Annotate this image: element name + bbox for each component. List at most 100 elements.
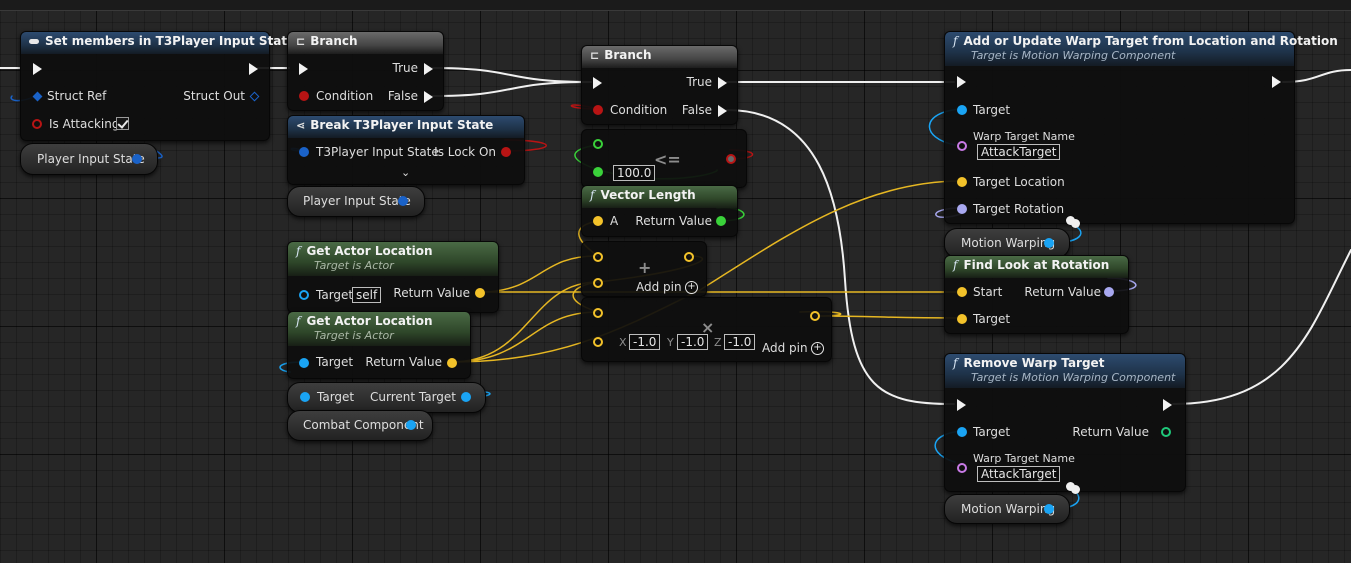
b-vector-pin[interactable] <box>593 278 603 288</box>
add-warp-target-node[interactable]: f Add or Update Warp Target from Location… <box>944 31 1338 224</box>
true-exec-pin[interactable] <box>718 77 727 89</box>
a-vector-pin[interactable] <box>593 252 603 262</box>
struct-out-pin[interactable] <box>249 91 260 102</box>
remove-warp-target-node[interactable]: f Remove Warp Target Target is Motion Warp… <box>944 353 1186 492</box>
motion-warping-variable[interactable]: Motion Warping <box>944 228 1070 258</box>
is-attacking-pin[interactable] <box>32 119 42 129</box>
reroute-knot[interactable] <box>1071 485 1080 494</box>
player-input-state-pin[interactable] <box>132 154 142 164</box>
combat-component-variable[interactable]: Combat Component <box>287 410 433 441</box>
break-struct-node[interactable]: ⋖ Break T3Player Input State T3Player Inp… <box>287 115 525 185</box>
add-pin-label[interactable]: Add pin <box>762 341 808 355</box>
motion-warping-pin[interactable] <box>1044 504 1054 514</box>
z-value-box[interactable]: -1.0 <box>724 334 756 350</box>
add-warp-target-header: f Add or Update Warp Target from Location… <box>945 32 1338 66</box>
is-lock-on-pin[interactable] <box>501 147 511 157</box>
target-pin[interactable] <box>957 427 967 437</box>
start-pin[interactable] <box>957 287 967 297</box>
branch-node-1[interactable]: ⊏ Branch True Condition False <box>287 31 444 111</box>
return-value-pin[interactable] <box>1104 287 1114 297</box>
exec-in-pin[interactable] <box>957 76 966 88</box>
branch-icon: ⊏ <box>590 49 600 62</box>
result-bool-pin[interactable] <box>726 154 736 164</box>
motion-warping-pin[interactable] <box>1044 238 1054 248</box>
get-actor-location-node-2[interactable]: f Get Actor Location Target is Actor Targe… <box>287 311 471 379</box>
exec-in-pin[interactable] <box>299 63 308 75</box>
branch-header: ⊏ Branch <box>288 32 443 54</box>
warp-target-name-box[interactable]: AttackTarget <box>977 144 1061 160</box>
is-lock-on-label: Is Lock On <box>434 145 496 159</box>
vector-length-node[interactable]: f Vector Length A Return Value <box>581 185 738 237</box>
motion-warping-variable[interactable]: Motion Warping <box>944 494 1070 524</box>
player-input-state-pin[interactable] <box>398 196 408 206</box>
vector-add-node[interactable]: + Add pin + <box>581 241 707 297</box>
branch-node-2[interactable]: ⊏ Branch True Condition False <box>581 45 738 125</box>
less-equal-node[interactable]: 100.0 <= <box>581 129 747 188</box>
result-vector-pin[interactable] <box>810 311 820 321</box>
vector-wire <box>814 315 962 319</box>
target-pin[interactable] <box>957 314 967 324</box>
self-value-box[interactable]: self <box>352 287 382 303</box>
return-value-pin[interactable] <box>475 288 485 298</box>
find-look-at-rotation-node[interactable]: f Find Look at Rotation Start Return Valu… <box>944 255 1129 334</box>
player-input-state-variable[interactable]: Player Input State <box>287 186 425 217</box>
false-label: False <box>681 103 712 117</box>
exec-in-pin[interactable] <box>957 399 966 411</box>
set-members-node[interactable]: Set members in T3Player Input State Stru… <box>20 31 295 141</box>
return-value-label: Return Value <box>1024 285 1101 299</box>
target-location-pin[interactable] <box>957 177 967 187</box>
exec-out-pin[interactable] <box>1272 76 1281 88</box>
false-exec-pin[interactable] <box>718 105 727 117</box>
struct-ref-label: Struct Ref <box>47 89 107 103</box>
b-vector-pin[interactable] <box>593 337 603 347</box>
current-target-getter[interactable]: Target Current Target <box>287 382 486 413</box>
add-pin-icon[interactable]: + <box>811 342 824 355</box>
add-pin-icon[interactable]: + <box>685 281 698 294</box>
return-value-pin[interactable] <box>716 216 726 226</box>
condition-pin[interactable] <box>299 91 309 101</box>
target-pin[interactable] <box>957 105 967 115</box>
branch-header: ⊏ Branch <box>582 46 737 68</box>
target-label: Target <box>973 425 1011 439</box>
exec-in-pin[interactable] <box>593 77 602 89</box>
motion-warping-label: Motion Warping <box>961 236 1056 250</box>
get-actor-location-node-1[interactable]: f Get Actor Location Target is Actor Targe… <box>287 241 499 313</box>
vector-multiply-node[interactable]: × X -1.0 Y -1.0 Z -1.0 Add pin + <box>581 297 832 362</box>
return-value-pin[interactable] <box>447 358 457 368</box>
b-float-pin[interactable] <box>593 167 603 177</box>
add-pin-label[interactable]: Add pin <box>636 280 682 294</box>
struct-input-pin[interactable] <box>299 147 309 157</box>
compare-value-box[interactable]: 100.0 <box>613 165 656 181</box>
reroute-knot[interactable] <box>1071 219 1080 228</box>
expand-chevron-icon[interactable]: ⌄ <box>401 166 410 180</box>
target-pin[interactable] <box>299 358 309 368</box>
exec-out-pin[interactable] <box>249 63 258 75</box>
a-vector-pin[interactable] <box>593 308 603 318</box>
warp-target-name-box[interactable]: AttackTarget <box>977 466 1061 482</box>
return-value-pin[interactable] <box>1161 427 1171 437</box>
false-exec-pin[interactable] <box>424 91 433 103</box>
target-pin[interactable] <box>299 290 309 300</box>
result-vector-pin[interactable] <box>684 252 694 262</box>
target-pin[interactable] <box>300 392 310 402</box>
a-float-pin[interactable] <box>593 139 603 149</box>
exec-wire <box>431 67 592 83</box>
current-target-pin[interactable] <box>461 392 471 402</box>
warp-target-name-pin[interactable] <box>957 141 967 151</box>
target-rotation-pin[interactable] <box>957 204 967 214</box>
current-target-label: Current Target <box>369 390 456 404</box>
y-value-box[interactable]: -1.0 <box>677 334 709 350</box>
is-attacking-checkbox[interactable] <box>116 117 129 130</box>
x-value-box[interactable]: -1.0 <box>629 334 661 350</box>
exec-wire <box>1172 249 1351 405</box>
set-members-header: Set members in T3Player Input State <box>21 32 295 54</box>
exec-in-pin[interactable] <box>33 63 42 75</box>
player-input-state-variable[interactable]: Player Input State <box>20 143 158 175</box>
true-exec-pin[interactable] <box>424 63 433 75</box>
combat-component-pin[interactable] <box>406 420 416 430</box>
warp-target-name-pin[interactable] <box>957 463 967 473</box>
exec-out-pin[interactable] <box>1163 399 1172 411</box>
a-vector-pin[interactable] <box>593 216 603 226</box>
struct-ref-pin[interactable] <box>32 91 43 102</box>
condition-pin[interactable] <box>593 105 603 115</box>
